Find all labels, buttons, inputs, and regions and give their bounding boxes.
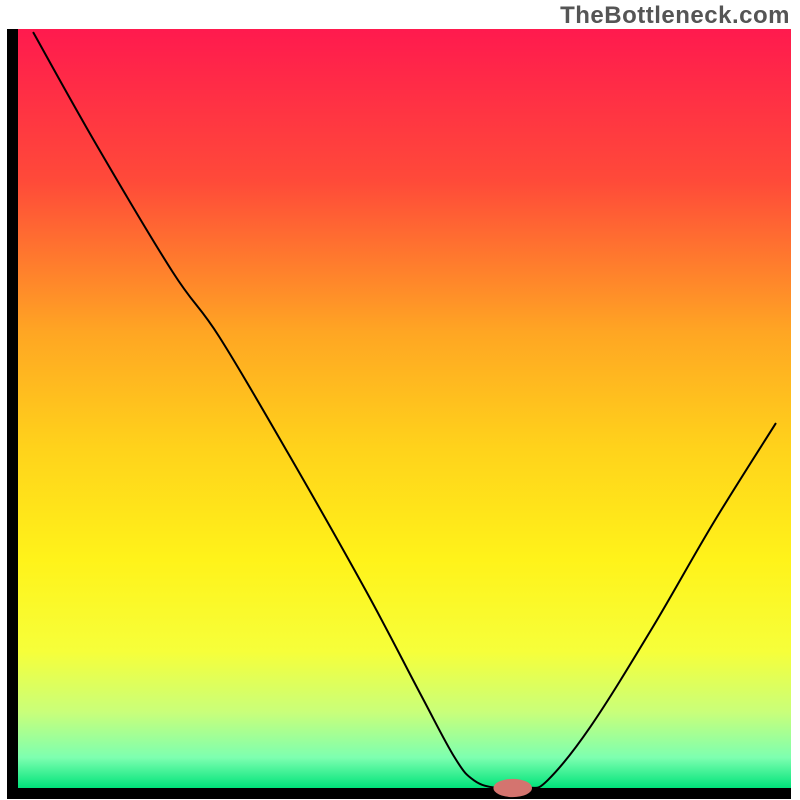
optimal-marker: [493, 779, 532, 797]
plot-background: [18, 29, 791, 788]
chart-container: TheBottleneck.com: [0, 0, 800, 800]
axis-left: [7, 29, 18, 799]
bottleneck-chart: [0, 0, 800, 800]
axis-bottom: [7, 788, 791, 799]
watermark-text: TheBottleneck.com: [560, 2, 790, 30]
